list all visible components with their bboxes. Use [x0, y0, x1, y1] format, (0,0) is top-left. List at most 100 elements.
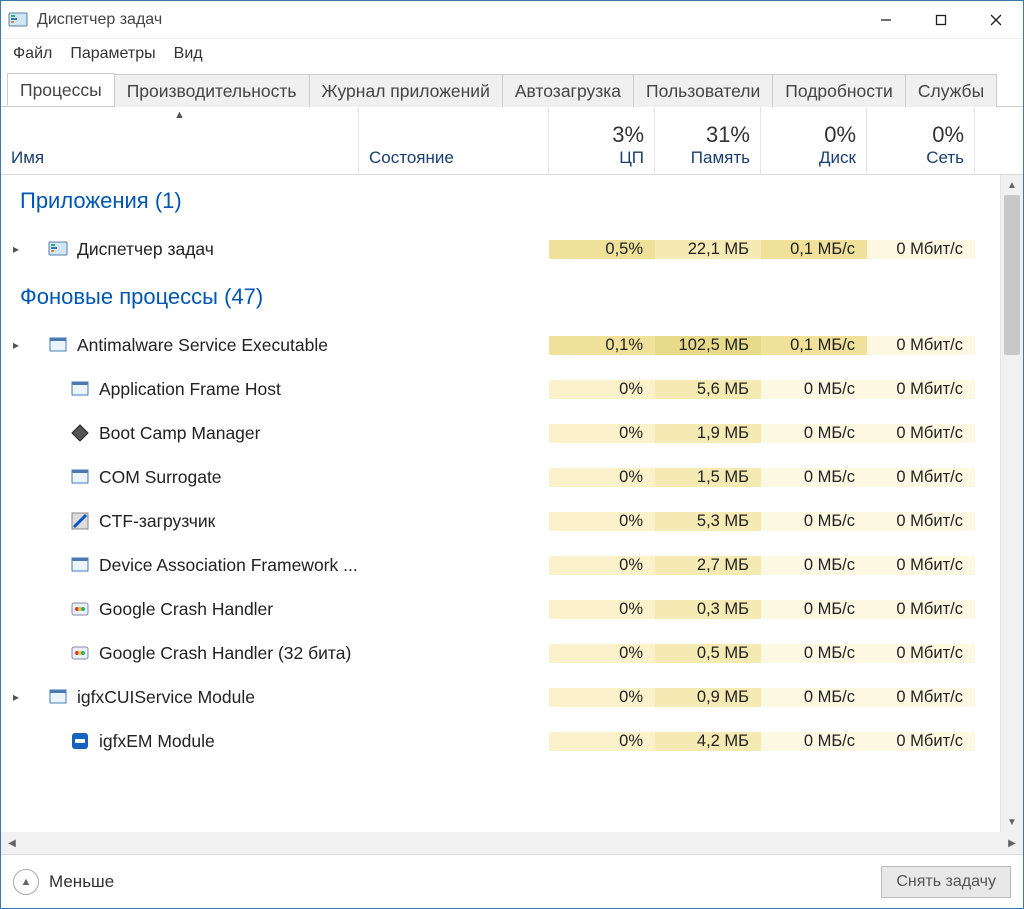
expand-icon[interactable]: ▸	[7, 690, 25, 704]
table-row[interactable]: Application Frame Host0%5,6 МБ0 МБ/с0 Мб…	[1, 367, 1000, 411]
app-icon	[69, 554, 91, 576]
app-icon	[69, 730, 91, 752]
process-name: Device Association Framework ...	[99, 555, 358, 576]
cpu-value: 0%	[549, 644, 655, 663]
horizontal-scrollbar[interactable]: ◀ ▶	[1, 832, 1023, 854]
tabstrip: Процессы Производительность Журнал прило…	[1, 69, 1023, 107]
app-icon	[47, 334, 69, 356]
col-disk[interactable]: 0%Диск	[761, 107, 867, 174]
table-row[interactable]: ▸ igfxCUIService Module 0%0,9 МБ0 МБ/с0 Мб…	[1, 675, 1000, 719]
memory-value: 5,6 МБ	[655, 380, 761, 399]
app-icon	[69, 378, 91, 400]
column-headers: ▲ Имя Состояние 3%ЦП 31%Память 0%Диск 0%…	[1, 107, 1023, 175]
app-icon	[69, 642, 91, 664]
memory-value: 102,5 МБ	[655, 336, 761, 355]
cpu-value: 0%	[549, 688, 655, 707]
tab-startup[interactable]: Автозагрузка	[502, 74, 634, 107]
disk-value: 0 МБ/с	[761, 512, 867, 531]
disk-value: 0 МБ/с	[761, 600, 867, 619]
tab-users[interactable]: Пользователи	[633, 74, 773, 107]
memory-value: 0,3 МБ	[655, 600, 761, 619]
minimize-button[interactable]	[858, 1, 913, 39]
disk-value: 0,1 МБ/с	[761, 240, 867, 259]
disk-value: 0 МБ/с	[761, 468, 867, 487]
expand-icon[interactable]: ▸	[7, 338, 25, 352]
process-name: igfxEM Module	[99, 731, 215, 752]
menu-view[interactable]: Вид	[168, 42, 209, 66]
cpu-value: 0%	[549, 468, 655, 487]
network-value: 0 Мбит/с	[867, 240, 975, 259]
col-memory[interactable]: 31%Память	[655, 107, 761, 174]
scroll-right-icon[interactable]: ▶	[1001, 838, 1023, 849]
network-value: 0 Мбит/с	[867, 512, 975, 531]
tab-details[interactable]: Подробности	[772, 74, 906, 107]
network-value: 0 Мбит/с	[867, 468, 975, 487]
disk-value: 0 МБ/с	[761, 732, 867, 751]
app-icon	[69, 598, 91, 620]
network-value: 0 Мбит/с	[867, 600, 975, 619]
cpu-value: 0%	[549, 512, 655, 531]
scroll-left-icon[interactable]: ◀	[1, 838, 23, 849]
tab-apphistory[interactable]: Журнал приложений	[309, 74, 503, 107]
network-value: 0 Мбит/с	[867, 556, 975, 575]
table-row[interactable]: CTF-загрузчик0%5,3 МБ0 МБ/с0 Мбит/с	[1, 499, 1000, 543]
process-name: CTF-загрузчик	[99, 511, 215, 532]
table-row[interactable]: Google Crash Handler0%0,3 МБ0 МБ/с0 Мбит…	[1, 587, 1000, 631]
group-header: Приложения (1)	[1, 175, 1000, 227]
close-button[interactable]	[968, 1, 1023, 39]
disk-value: 0,1 МБ/с	[761, 336, 867, 355]
network-value: 0 Мбит/с	[867, 336, 975, 355]
cpu-value: 0,1%	[549, 336, 655, 355]
maximize-button[interactable]	[913, 1, 968, 39]
process-name: Application Frame Host	[99, 379, 281, 400]
process-name: Google Crash Handler (32 бита)	[99, 643, 351, 664]
disk-value: 0 МБ/с	[761, 424, 867, 443]
memory-value: 0,9 МБ	[655, 688, 761, 707]
tab-services[interactable]: Службы	[905, 74, 997, 107]
cpu-value: 0%	[549, 556, 655, 575]
col-name[interactable]: ▲ Имя	[1, 107, 359, 174]
tab-performance[interactable]: Производительность	[114, 74, 310, 107]
vertical-scrollbar[interactable]: ▲ ▼	[1001, 175, 1023, 832]
table-row[interactable]: COM Surrogate0%1,5 МБ0 МБ/с0 Мбит/с	[1, 455, 1000, 499]
menu-file[interactable]: Файл	[7, 42, 58, 66]
window-title: Диспетчер задач	[37, 11, 162, 29]
network-value: 0 Мбит/с	[867, 732, 975, 751]
memory-value: 1,5 МБ	[655, 468, 761, 487]
end-task-button[interactable]: Снять задачу	[881, 866, 1011, 898]
memory-value: 1,9 МБ	[655, 424, 761, 443]
table-row[interactable]: ▸Диспетчер задач0,5%22,1 МБ0,1 МБ/с0 Мби…	[1, 227, 1000, 271]
fewer-details-button[interactable]: ▲ Меньше	[13, 869, 114, 895]
sort-ascending-icon: ▲	[174, 109, 185, 121]
chevron-up-icon: ▲	[13, 869, 39, 895]
taskmgr-icon	[7, 9, 29, 31]
memory-value: 4,2 МБ	[655, 732, 761, 751]
table-row[interactable]: Boot Camp Manager0%1,9 МБ0 МБ/с0 Мбит/с	[1, 411, 1000, 455]
disk-value: 0 МБ/с	[761, 380, 867, 399]
menu-options[interactable]: Параметры	[64, 42, 161, 66]
scroll-down-icon[interactable]: ▼	[1001, 812, 1023, 832]
scroll-thumb[interactable]	[1004, 195, 1020, 355]
app-icon	[47, 238, 69, 260]
table-row[interactable]: Device Association Framework ...0%2,7 МБ…	[1, 543, 1000, 587]
expand-icon[interactable]: ▸	[7, 242, 25, 256]
col-cpu[interactable]: 3%ЦП	[549, 107, 655, 174]
disk-value: 0 МБ/с	[761, 644, 867, 663]
col-network[interactable]: 0%Сеть	[867, 107, 975, 174]
app-icon	[69, 466, 91, 488]
table-row[interactable]: igfxEM Module0%4,2 МБ0 МБ/с0 Мбит/с	[1, 719, 1000, 763]
col-state[interactable]: Состояние	[359, 107, 549, 174]
process-name: igfxCUIService Module	[77, 687, 255, 708]
table-row[interactable]: ▸Antimalware Service Executable0,1%102,5…	[1, 323, 1000, 367]
cpu-value: 0,5%	[549, 240, 655, 259]
scroll-up-icon[interactable]: ▲	[1001, 175, 1023, 195]
cpu-value: 0%	[549, 600, 655, 619]
memory-value: 0,5 МБ	[655, 644, 761, 663]
cpu-value: 0%	[549, 424, 655, 443]
app-icon	[47, 686, 69, 708]
tab-processes[interactable]: Процессы	[7, 73, 115, 106]
network-value: 0 Мбит/с	[867, 688, 975, 707]
table-row[interactable]: Google Crash Handler (32 бита) 0%0,5 МБ0 …	[1, 631, 1000, 675]
process-name: Boot Camp Manager	[99, 423, 260, 444]
disk-value: 0 МБ/с	[761, 688, 867, 707]
